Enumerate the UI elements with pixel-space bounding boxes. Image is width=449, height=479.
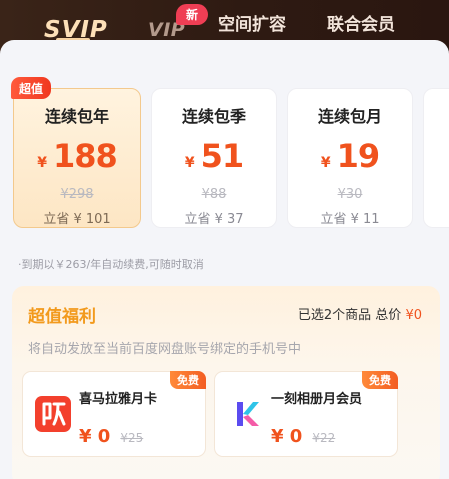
price-value: 19 — [336, 137, 381, 175]
gift-card-yike[interactable]: 免费 一刻相册月会员 ¥ 0 ¥22 — [214, 371, 398, 457]
original-price: ¥30 — [337, 187, 363, 202]
plan-price: ¥ 188 — [14, 137, 140, 175]
gift-price: ¥ 0 ¥25 — [79, 426, 143, 447]
currency-symbol: ¥ — [184, 155, 195, 171]
tab-union-label: 联合会员 — [327, 14, 395, 35]
gift-current-price: ¥ 0 — [271, 426, 303, 447]
gift-name: 喜马拉雅月卡 — [79, 392, 158, 407]
ximalaya-icon — [35, 396, 71, 432]
plan-title: 连续包年 — [44, 107, 109, 126]
selected-count-text: 已选2个商品 总价 — [297, 308, 402, 323]
free-tag: 免费 — [170, 371, 206, 389]
plan-card-yearly[interactable]: 超值 连续包年 ¥ 188 ¥298 立省 ¥ 101 — [11, 77, 141, 228]
plan-price: ¥ 51 — [152, 137, 276, 175]
price-value: 51 — [200, 137, 245, 175]
gift-card-ximalaya[interactable]: 免费 喜马拉雅月卡 ¥ 0 ¥25 — [22, 371, 206, 457]
gift-original-price: ¥22 — [312, 431, 336, 445]
gift-name: 一刻相册月会员 — [271, 392, 363, 407]
total-price: ¥0 — [405, 308, 422, 323]
welfare-summary: 已选2个商品 总价 ¥0 — [298, 304, 422, 323]
plan-price: ¥ 19 — [288, 137, 412, 175]
tab-space-label: 空间扩容 — [218, 14, 286, 35]
plan-title: 连续包月 — [317, 107, 382, 126]
gift-current-price: ¥ 0 — [79, 426, 111, 447]
savings-text: 立省 ¥ 37 — [184, 212, 244, 227]
tab-joint-membership[interactable]: 联合会员 — [327, 0, 395, 44]
original-price: ¥298 — [60, 187, 94, 202]
price-value: 188 — [52, 137, 118, 175]
tab-space-expansion[interactable]: 空间扩容 — [218, 0, 286, 44]
plan-card-quarterly[interactable]: 连续包季 ¥ 51 ¥88 立省 ¥ 37 — [151, 88, 277, 228]
auto-renew-note: ·到期以￥263/年自动续费,可随时取消 — [18, 258, 204, 271]
currency-symbol: ¥ — [320, 155, 331, 171]
free-tag: 免费 — [362, 371, 398, 389]
new-badge: 新 — [176, 4, 208, 25]
purchase-sheet: 超值 连续包年 ¥ 188 ¥298 立省 ¥ 101 连续包季 ¥ 51 ¥8… — [0, 40, 449, 479]
currency-symbol: ¥ — [37, 155, 47, 171]
original-price: ¥88 — [201, 187, 227, 202]
savings-text: 立省 ¥ 101 — [43, 212, 111, 227]
gift-original-price: ¥25 — [120, 431, 144, 445]
welfare-title: 超值福利 — [28, 307, 96, 327]
welfare-description: 将自动发放至当前百度网盘账号绑定的手机号中 — [28, 342, 302, 357]
gift-price: ¥ 0 ¥22 — [271, 426, 335, 447]
savings-text: 立省 ¥ 11 — [320, 212, 380, 227]
plan-title: 连续包季 — [181, 107, 246, 126]
welfare-panel: 超值福利 已选2个商品 总价 ¥0 将自动发放至当前百度网盘账号绑定的手机号中 … — [12, 286, 440, 479]
yike-album-icon — [227, 396, 263, 432]
best-value-badge: 超值 — [11, 77, 51, 99]
plan-card-monthly[interactable]: 连续包月 ¥ 19 ¥30 立省 ¥ 11 — [287, 88, 413, 228]
plan-card-more[interactable] — [423, 88, 449, 228]
